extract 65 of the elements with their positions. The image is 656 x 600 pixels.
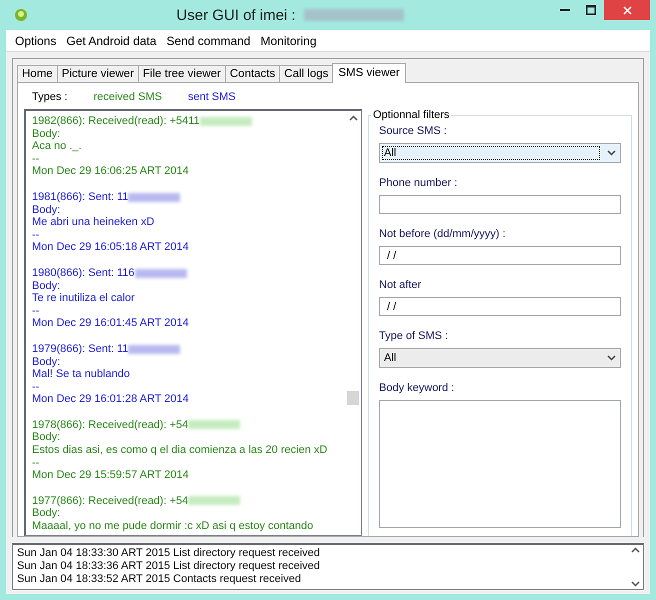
field-label: Body keyword :	[379, 382, 456, 394]
message-list[interactable]	[24, 109, 362, 536]
input-field[interactable]: / /	[379, 297, 621, 316]
field-label: Not before (dd/mm/yyyy) :	[379, 228, 507, 240]
close-button[interactable]	[604, 0, 650, 20]
types-label: Types :	[32, 91, 68, 103]
message-body: Me abri una heineken xD	[32, 216, 156, 229]
message-header: 1977(866): Received(read): +54	[32, 494, 341, 508]
message-body: Te re inutiliza el calor	[32, 292, 136, 305]
maximize-icon[interactable]	[586, 5, 596, 15]
message-date: Mon Dec 29 16:01:28 ART 2014	[32, 393, 190, 406]
field-label: Not after	[379, 279, 422, 291]
scroll-up-icon[interactable]	[630, 547, 640, 553]
message-body: Aca no ._.	[32, 140, 83, 153]
tab[interactable]: Home	[17, 65, 58, 83]
scroll-down-icon[interactable]	[630, 581, 640, 587]
field-label: Phone number :	[379, 177, 458, 189]
message-body: Maaaal, yo no me pude dormir :c xD asi q estoy contando	[32, 520, 314, 533]
body-label: Body:	[32, 128, 62, 140]
text-area[interactable]	[379, 400, 621, 528]
message-header: 1979(866): Sent: 11	[32, 342, 341, 356]
field-label: Type of SMS :	[379, 330, 450, 342]
dropdown[interactable]: All	[379, 348, 621, 368]
message-date: Mon Dec 29 16:05:18 ART 2014	[32, 241, 190, 254]
chevron-down-icon	[607, 355, 616, 361]
separator-text: --	[32, 228, 40, 242]
tab[interactable]: SMS viewer	[332, 63, 406, 83]
message-date: Mon Dec 29 15:59:57 ART 2014	[32, 469, 190, 482]
log-line: Sun Jan 04 18:33:52 ART 2015 Contacts request received	[17, 573, 302, 587]
chevron-down-icon	[607, 150, 616, 156]
separator-text: --	[32, 456, 40, 470]
message-date: Mon Dec 29 16:01:45 ART 2014	[32, 317, 190, 330]
window-title: User GUI of imei :	[176, 6, 296, 24]
legend-label: received SMS	[93, 91, 162, 103]
log-line: Sun Jan 04 18:33:30 ART 2015 List directory request received	[17, 547, 321, 560]
separator-text: --	[32, 304, 40, 318]
message-date: Mon Dec 29 16:06:25 ART 2014	[32, 165, 190, 178]
log-line: Sun Jan 04 18:33:36 ART 2015 List directory request received	[17, 560, 321, 574]
menu-item[interactable]: Get Android data	[61, 34, 162, 48]
message-header: 1978(866): Received(read): +54	[32, 418, 341, 432]
message-header: 1982(866): Received(read): +5411	[32, 115, 341, 128]
scroll-thumb[interactable]	[347, 391, 359, 405]
separator-text: --	[32, 152, 40, 166]
dropdown[interactable]: All	[379, 143, 621, 163]
menu-item[interactable]: Options	[10, 34, 62, 48]
input-field[interactable]	[379, 195, 621, 214]
close-icon	[622, 6, 632, 14]
group-title: Optionnal filters	[372, 109, 450, 121]
body-label: Body:	[32, 356, 62, 368]
body-label: Body:	[32, 204, 62, 216]
message-body: Mal! Se ta nublando	[32, 368, 131, 381]
body-label: Body:	[32, 431, 62, 444]
message-header: 1981(866): Sent: 11	[32, 190, 341, 204]
input-field[interactable]: / /	[379, 246, 621, 265]
body-label: Body:	[32, 507, 62, 520]
app-icon	[14, 8, 28, 22]
separator-text: --	[32, 380, 40, 394]
menu-item[interactable]: Monitoring	[255, 34, 322, 48]
field-label: Source SMS :	[379, 125, 448, 137]
menu-item[interactable]: Send command	[161, 34, 256, 48]
scroll-up-icon[interactable]	[348, 115, 358, 121]
legend-label: sent SMS	[188, 91, 236, 103]
body-label: Body:	[32, 280, 62, 292]
message-body: Estos dias asi, es como q el dia comienza a las 20 recien xD	[32, 444, 328, 457]
message-header: 1980(866): Sent: 116	[32, 266, 341, 280]
